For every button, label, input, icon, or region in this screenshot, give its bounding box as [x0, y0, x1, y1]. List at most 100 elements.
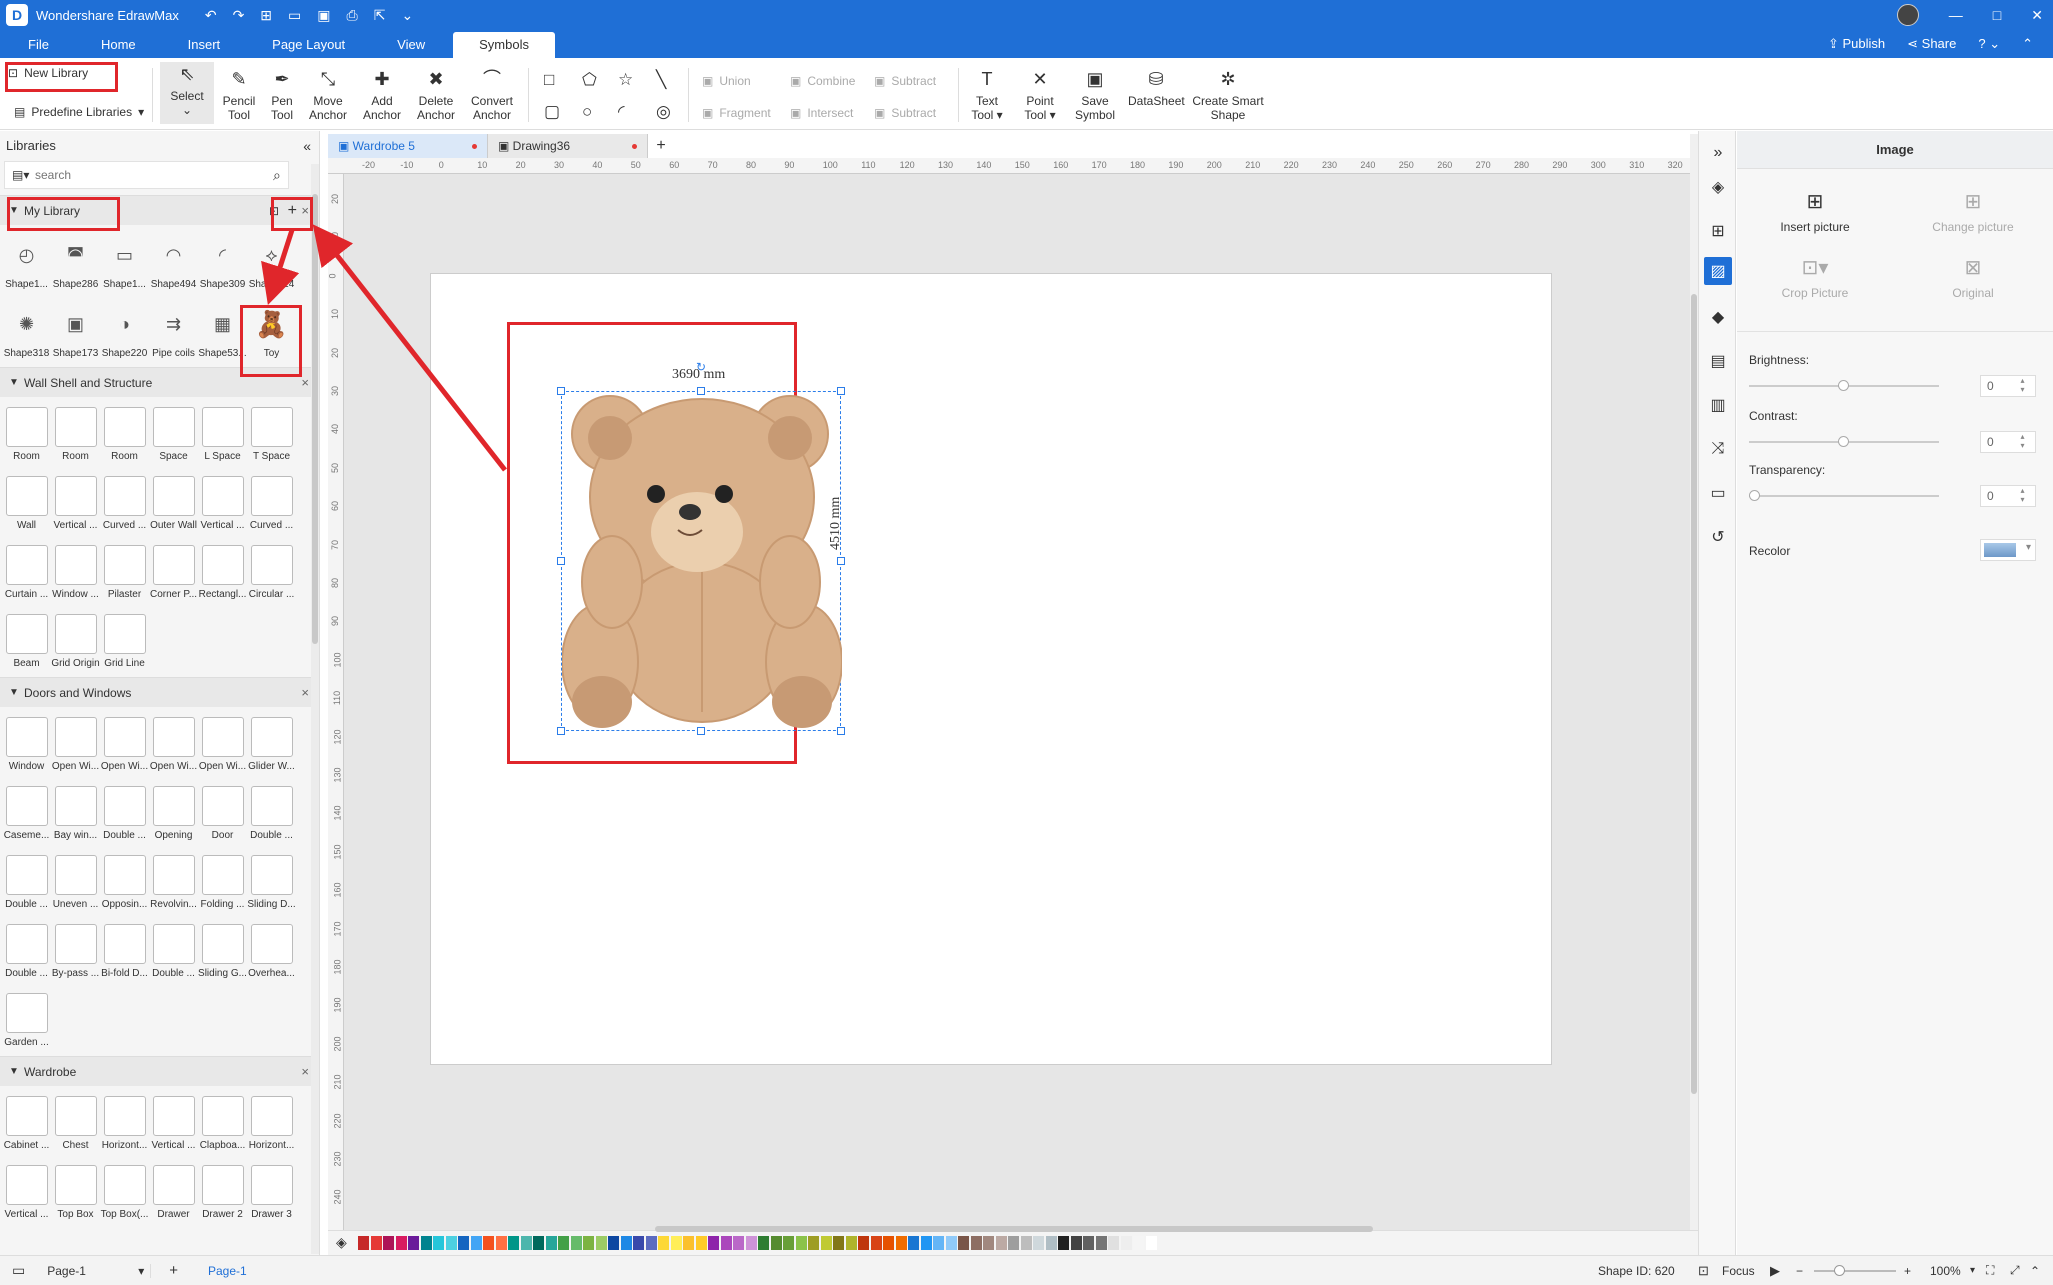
transparency-input[interactable]: 0	[1980, 485, 2036, 507]
fill-bucket-icon[interactable]: ◈	[1704, 173, 1732, 201]
color-swatch[interactable]	[633, 1236, 644, 1250]
color-swatch[interactable]	[520, 1236, 532, 1250]
color-swatch[interactable]	[670, 1236, 682, 1250]
color-swatch[interactable]	[820, 1236, 832, 1250]
color-swatch[interactable]	[845, 1236, 857, 1250]
color-swatch[interactable]	[883, 1236, 894, 1250]
add-page-icon[interactable]: +	[169, 1262, 178, 1279]
color-swatch[interactable]	[733, 1236, 744, 1250]
presentation-icon[interactable]: ▭	[1704, 479, 1732, 507]
brightness-knob[interactable]	[1838, 380, 1849, 391]
color-swatch[interactable]	[1145, 1236, 1157, 1250]
color-swatch[interactable]	[1058, 1236, 1069, 1250]
contrast-slider[interactable]	[1749, 436, 1939, 447]
color-swatch[interactable]	[458, 1236, 469, 1250]
zoom-out-icon[interactable]: −	[1796, 1264, 1803, 1278]
color-swatch[interactable]	[395, 1236, 407, 1250]
color-swatch[interactable]	[595, 1236, 607, 1250]
focus-button[interactable]: Focus	[1722, 1264, 1755, 1278]
fill-bucket-icon[interactable]: ◈	[336, 1234, 347, 1251]
collapse-icon[interactable]: ⌃	[2030, 1264, 2040, 1278]
color-swatch[interactable]	[495, 1236, 507, 1250]
data-icon[interactable]: ▥	[1704, 391, 1732, 419]
zoom-knob[interactable]	[1834, 1265, 1845, 1276]
color-swatch[interactable]	[545, 1236, 557, 1250]
page-tab-active[interactable]: Page-1	[208, 1264, 247, 1278]
brightness-input[interactable]: 0	[1980, 375, 2036, 397]
transparency-slider[interactable]	[1749, 490, 1939, 501]
layers-icon[interactable]: ◆	[1704, 303, 1732, 331]
color-swatch[interactable]	[370, 1236, 382, 1250]
history-icon[interactable]: ↺	[1704, 523, 1732, 551]
color-swatch[interactable]	[708, 1236, 719, 1250]
color-swatch[interactable]	[1108, 1236, 1119, 1250]
color-swatch[interactable]	[1133, 1236, 1144, 1250]
color-swatch[interactable]	[420, 1236, 432, 1250]
color-swatch[interactable]	[983, 1236, 994, 1250]
canvas-scrollbar-thumb[interactable]	[1691, 294, 1697, 1094]
contrast-knob[interactable]	[1838, 436, 1849, 447]
page-icon[interactable]: ▤	[1704, 347, 1732, 375]
color-swatch[interactable]	[383, 1236, 394, 1250]
transparency-knob[interactable]	[1749, 490, 1760, 501]
zoom-slider[interactable]	[1814, 1265, 1896, 1276]
brightness-slider[interactable]	[1749, 380, 1939, 391]
play-icon[interactable]: ▶	[1770, 1263, 1780, 1279]
grid-style-icon[interactable]: ⊞	[1704, 217, 1732, 245]
color-swatch[interactable]	[895, 1236, 907, 1250]
color-swatch[interactable]	[645, 1236, 657, 1250]
color-swatch[interactable]	[620, 1236, 632, 1250]
color-swatch[interactable]	[908, 1236, 919, 1250]
expand-panel-icon[interactable]: »	[1704, 139, 1732, 167]
color-swatch[interactable]	[920, 1236, 932, 1250]
fullscreen-icon[interactable]: ⤢	[2010, 1263, 2020, 1278]
color-swatch[interactable]	[683, 1236, 694, 1250]
canvas-vertical-scrollbar[interactable]	[1690, 134, 1698, 1230]
chevron-down-icon[interactable]: ▾	[1970, 1265, 1975, 1276]
color-swatch[interactable]	[995, 1236, 1007, 1250]
color-swatch[interactable]	[558, 1236, 569, 1250]
zoom-in-icon[interactable]: +	[1904, 1264, 1911, 1278]
insert-picture-button[interactable]: ⊞ Insert picture	[1745, 189, 1885, 234]
color-swatch[interactable]	[1120, 1236, 1132, 1250]
color-swatch[interactable]	[870, 1236, 882, 1250]
color-swatch[interactable]	[508, 1236, 519, 1250]
canvas-horizontal-scrollbar[interactable]	[655, 1226, 1373, 1232]
color-swatch[interactable]	[1095, 1236, 1107, 1250]
color-swatch[interactable]	[933, 1236, 944, 1250]
color-swatch[interactable]	[433, 1236, 444, 1250]
color-swatch[interactable]	[945, 1236, 957, 1250]
original-button[interactable]: ⊠ Original	[1903, 255, 2043, 300]
fit-page-icon[interactable]: ⛶	[1986, 1263, 1994, 1278]
color-swatch[interactable]	[358, 1236, 369, 1250]
color-swatch[interactable]	[1070, 1236, 1082, 1250]
page-layout-icon[interactable]: ▭	[12, 1262, 25, 1279]
focus-icon[interactable]: ⊡	[1698, 1263, 1709, 1279]
color-swatch[interactable]	[808, 1236, 819, 1250]
change-picture-button[interactable]: ⊞ Change picture	[1903, 189, 2043, 234]
color-swatch[interactable]	[608, 1236, 619, 1250]
color-swatch[interactable]	[783, 1236, 794, 1250]
color-swatch[interactable]	[758, 1236, 769, 1250]
color-swatch[interactable]	[1045, 1236, 1057, 1250]
color-swatch[interactable]	[483, 1236, 494, 1250]
color-swatch[interactable]	[970, 1236, 982, 1250]
color-swatch[interactable]	[570, 1236, 582, 1250]
color-swatch[interactable]	[833, 1236, 844, 1250]
color-swatch[interactable]	[1083, 1236, 1094, 1250]
page-select[interactable]: Page-1 ▾	[47, 1263, 152, 1278]
color-swatch[interactable]	[470, 1236, 482, 1250]
zoom-level[interactable]: 100%	[1930, 1264, 1961, 1278]
color-swatch[interactable]	[658, 1236, 669, 1250]
color-swatch[interactable]	[445, 1236, 457, 1250]
color-swatch[interactable]	[1008, 1236, 1019, 1250]
color-swatch[interactable]	[583, 1236, 594, 1250]
color-swatch[interactable]	[408, 1236, 419, 1250]
color-swatch[interactable]	[1033, 1236, 1044, 1250]
color-swatch[interactable]	[745, 1236, 757, 1250]
image-icon[interactable]: ▨	[1704, 257, 1732, 285]
color-swatch[interactable]	[1020, 1236, 1032, 1250]
color-swatch[interactable]	[770, 1236, 782, 1250]
color-swatch[interactable]	[958, 1236, 969, 1250]
contrast-input[interactable]: 0	[1980, 431, 2036, 453]
